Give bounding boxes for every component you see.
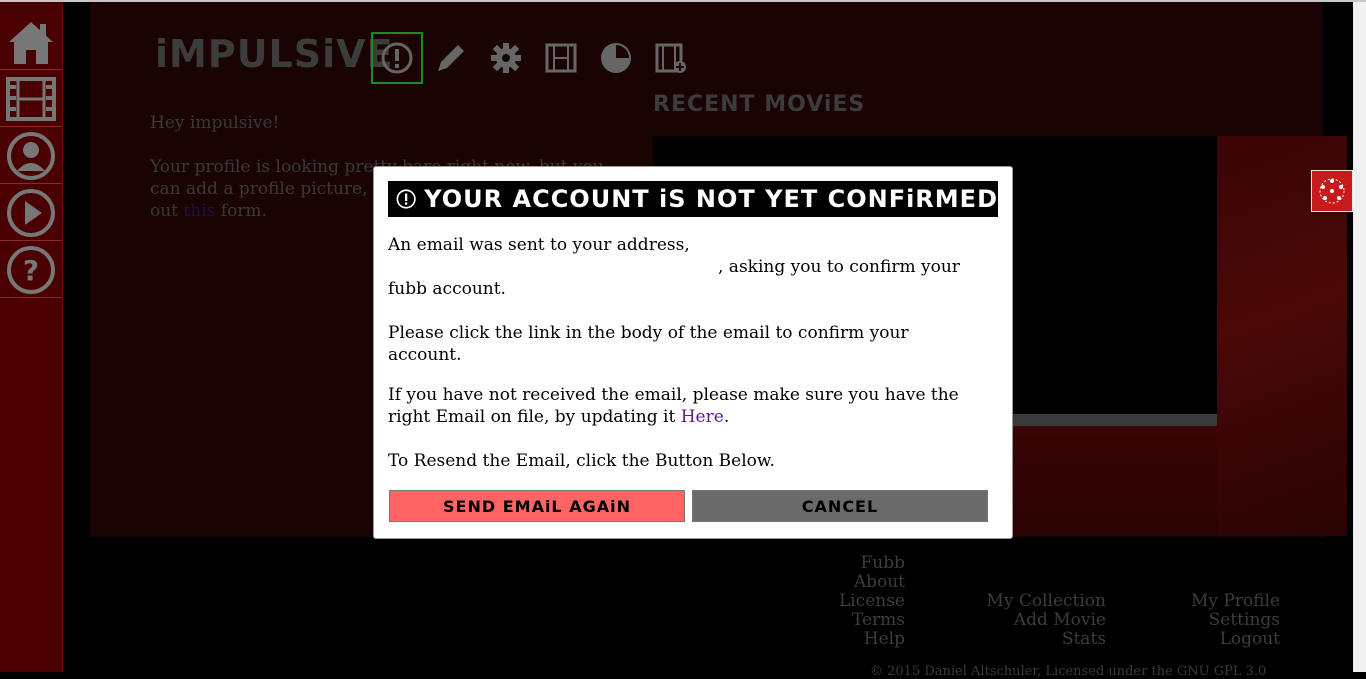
sidebar-item-movies[interactable] [0,71,62,127]
footer-link-my-profile[interactable]: My Profile [1191,592,1280,611]
alert-icon [381,42,413,74]
send-email-again-button[interactable]: SEND EMAiL AGAiN [389,490,685,522]
footer-links-account: My Profile Settings Logout [1191,592,1280,649]
update-email-period: . [723,407,730,427]
nav-alerts[interactable] [371,32,423,84]
gear-icon [491,43,521,73]
film-icon [545,43,577,73]
update-email-link[interactable]: Here [681,407,724,427]
greeting-text: Hey impulsive! [150,113,280,133]
confirm-account-dialog: YOUR ACCOUNT iS NOT YET CONFiRMED An ema… [373,166,1013,539]
pencil-icon [438,45,464,71]
user-icon [7,131,55,180]
dialog-title: YOUR ACCOUNT iS NOT YET CONFiRMED [424,185,998,213]
dialog-title-bar: YOUR ACCOUNT iS NOT YET CONFiRMED [388,181,998,217]
profile-message-pre: out [150,201,179,221]
footer-link-terms[interactable]: Terms [839,611,905,630]
cancel-button[interactable]: CANCEL [692,490,988,522]
site-logo[interactable]: iMPULSiVE [155,32,394,76]
footer-link-logout[interactable]: Logout [1191,630,1280,649]
email-sent-line-3: fubb account. [388,279,506,299]
footer-link-add-movie[interactable]: Add Movie [986,611,1106,630]
add-film-icon [655,43,686,73]
update-email-text: If you have not received the email, plea… [388,385,959,427]
pie-chart-icon [601,43,631,73]
dialog-paragraph-click-link: Please click the link in the body of the… [388,323,909,365]
footer-link-about[interactable]: About [839,573,905,592]
footer-link-license[interactable]: License [839,592,905,611]
network-icon [1319,178,1345,204]
nav-movies[interactable] [535,32,587,84]
sidebar-item-home[interactable] [0,14,62,70]
alert-icon [396,189,416,209]
email-sent-line-2: , asking you to confirm your [718,257,960,277]
email-sent-line-1: An email was sent to your address, [388,235,690,255]
film-icon [6,76,56,121]
svg-text:?: ? [23,254,39,287]
sidebar: ? [0,2,63,672]
play-icon [7,188,55,237]
footer-link-settings[interactable]: Settings [1191,611,1280,630]
footer-link-fubb[interactable]: Fubb [839,554,905,573]
footer-links-site: Fubb About License Terms Help [839,554,905,649]
profile-form-link[interactable]: this [183,201,215,221]
footer-link-my-collection[interactable]: My Collection [986,592,1106,611]
footer-links-movies: My Collection Add Movie Stats [986,592,1106,649]
page-scrollbar[interactable] [1353,2,1366,672]
help-icon: ? [7,245,55,294]
recent-movies-title: RECENT MOViES [653,92,866,117]
home-icon [9,21,53,64]
nav-edit[interactable] [425,32,477,84]
carousel-scrollbar[interactable] [1011,414,1217,426]
dialog-paragraph-resend: To Resend the Email, click the Button Be… [388,451,775,471]
footer-link-stats[interactable]: Stats [986,630,1106,649]
footer-link-help[interactable]: Help [839,630,905,649]
sidebar-item-profile[interactable] [0,128,62,184]
background-art-lower [1011,426,1217,536]
sidebar-item-play[interactable] [0,185,62,241]
floating-widget-button[interactable] [1311,170,1353,212]
nav-stats[interactable] [590,32,642,84]
nav-add-movie[interactable] [645,32,697,84]
dialog-paragraph-email-sent: An email was sent to your address, , ask… [388,234,988,300]
sidebar-item-help[interactable]: ? [0,242,62,298]
nav-settings[interactable] [480,32,532,84]
profile-message-post: form. [220,201,267,221]
dialog-paragraph-update-email: If you have not received the email, plea… [388,384,988,428]
